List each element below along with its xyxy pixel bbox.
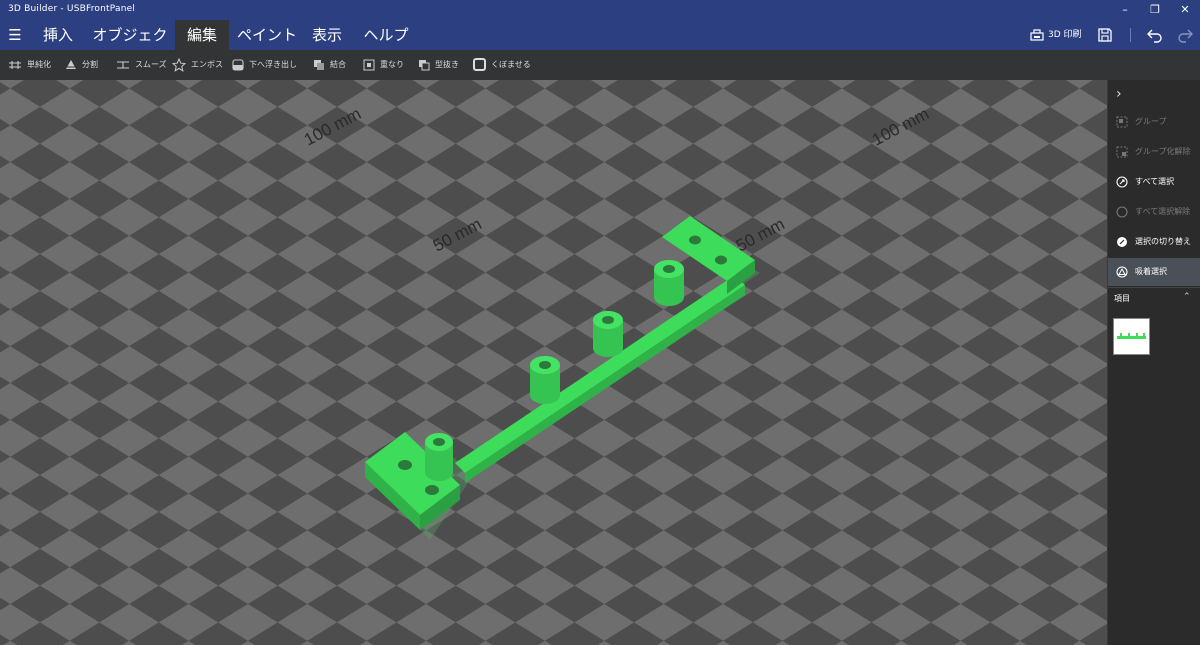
chevron-right-icon[interactable]: › [1116,86,1122,102]
subtract-button[interactable]: 型抜き [418,57,459,73]
group-button[interactable]: グループ [1108,108,1200,136]
model-thumbnail-icon [1117,333,1146,339]
selection-panel: › グループ グループ化解除 すべて選択 すべて選択解除 選択の切り替え 吸着選… [1107,80,1200,645]
items-header: 項目 [1114,294,1130,303]
minimize-icon[interactable]: – [1110,0,1140,20]
emboss-label: エンボス [191,60,223,69]
extrude-down-label: 下へ浮き出し [249,60,297,69]
app-title: 3D Builder - USBFrontPanel [8,4,136,14]
3d-scene[interactable]: 100 mm 100 mm 50 mm 50 mm [0,80,1107,645]
merge-label: 結合 [330,60,346,69]
smooth-label: スムーズ [135,60,167,69]
select-all-button[interactable]: すべて選択 [1108,168,1200,196]
simplify-label: 単純化 [27,60,51,69]
menu-bar: ☰ 挿入 オブジェクト 編集 ペイント 表示 ヘルプ 3D 印刷 [0,20,1200,74]
split-label: 分割 [82,60,98,69]
snap-select-button[interactable]: 吸着選択 [1108,258,1200,286]
deselect-all-button[interactable]: すべて選択解除 [1108,198,1200,226]
toggle-selection-button[interactable]: 選択の切り替え [1108,228,1200,256]
title-bar: 3D Builder - USBFrontPanel – ❐ ✕ [0,0,1200,20]
hollow-button[interactable]: くぼませる [473,57,531,73]
merge-icon [314,59,324,70]
group-icon [1116,116,1128,128]
intersect-button[interactable]: 重なり [363,57,404,73]
undo-icon[interactable] [1145,25,1165,45]
menu-separator [1130,28,1131,42]
select-all-icon [1116,176,1128,188]
split-button[interactable]: 分割 [65,57,98,73]
subtract-icon [419,59,430,70]
3d-viewport[interactable]: 100 mm 100 mm 50 mm 50 mm [0,80,1107,645]
toggle-selection-icon [1117,237,1127,247]
save-icon[interactable] [1095,25,1115,45]
object-thumbnail[interactable] [1113,318,1150,355]
redo-icon[interactable] [1175,25,1195,45]
mounting-boss-4 [654,260,684,306]
split-icon [65,59,77,69]
simplify-button[interactable]: 単純化 [8,57,51,73]
close-icon[interactable]: ✕ [1170,0,1200,20]
mounting-boss-3 [593,311,623,357]
snap-select-icon [1116,266,1128,278]
emboss-icon [171,57,187,72]
mounting-boss-1 [425,433,453,481]
emboss-button[interactable]: エンボス [171,57,223,73]
select-all-label: すべて選択 [1135,177,1175,186]
print-3d-button[interactable]: 3D 印刷 [1030,26,1082,44]
print-3d-icon [1030,28,1044,41]
right-plate-hole-1 [689,235,701,245]
deselect-all-icon [1116,206,1128,218]
extrude-down-button[interactable]: 下へ浮き出し [232,57,297,73]
tab-insert[interactable]: 挿入 [34,20,82,50]
left-plate-hole-1 [398,460,412,470]
toggle-selection-label: 選択の切り替え [1135,237,1191,246]
tab-edit[interactable]: 編集 [175,20,229,50]
ungroup-label: グループ化解除 [1135,147,1191,156]
tab-paint[interactable]: ペイント [234,20,300,50]
hamburger-menu-icon[interactable]: ☰ [6,26,24,44]
hollow-label: くぼませる [491,60,531,69]
print-3d-label: 3D 印刷 [1048,30,1082,40]
deselect-all-label: すべて選択解除 [1135,207,1191,216]
chevron-up-icon[interactable]: ⌃ [1183,292,1191,302]
hollow-icon [473,58,486,71]
left-plate-hole-2 [425,485,439,495]
group-label: グループ [1135,117,1167,126]
merge-button[interactable]: 結合 [313,57,346,73]
edit-toolbar: 単純化 分割 スムーズ エンボス 下へ浮き出し 結合 重なり 型抜き くぼませる [0,50,1200,80]
snap-select-label: 吸着選択 [1135,267,1167,276]
smooth-button[interactable]: スムーズ [116,57,167,73]
ungroup-icon [1116,146,1128,158]
tab-object[interactable]: オブジェクト [88,20,172,74]
intersect-label: 重なり [380,60,404,69]
extrude-down-icon [232,58,244,71]
tab-help[interactable]: ヘルプ [358,20,414,50]
ungroup-button[interactable]: グループ化解除 [1108,138,1200,166]
restore-icon[interactable]: ❐ [1140,0,1170,20]
subtract-label: 型抜き [435,60,459,69]
simplify-icon [9,60,21,69]
panel-divider [1108,287,1200,288]
mounting-boss-2 [530,356,560,404]
intersect-icon [363,59,375,70]
right-plate-hole-2 [715,255,727,265]
smooth-icon [117,60,129,69]
tab-view[interactable]: 表示 [303,20,351,50]
